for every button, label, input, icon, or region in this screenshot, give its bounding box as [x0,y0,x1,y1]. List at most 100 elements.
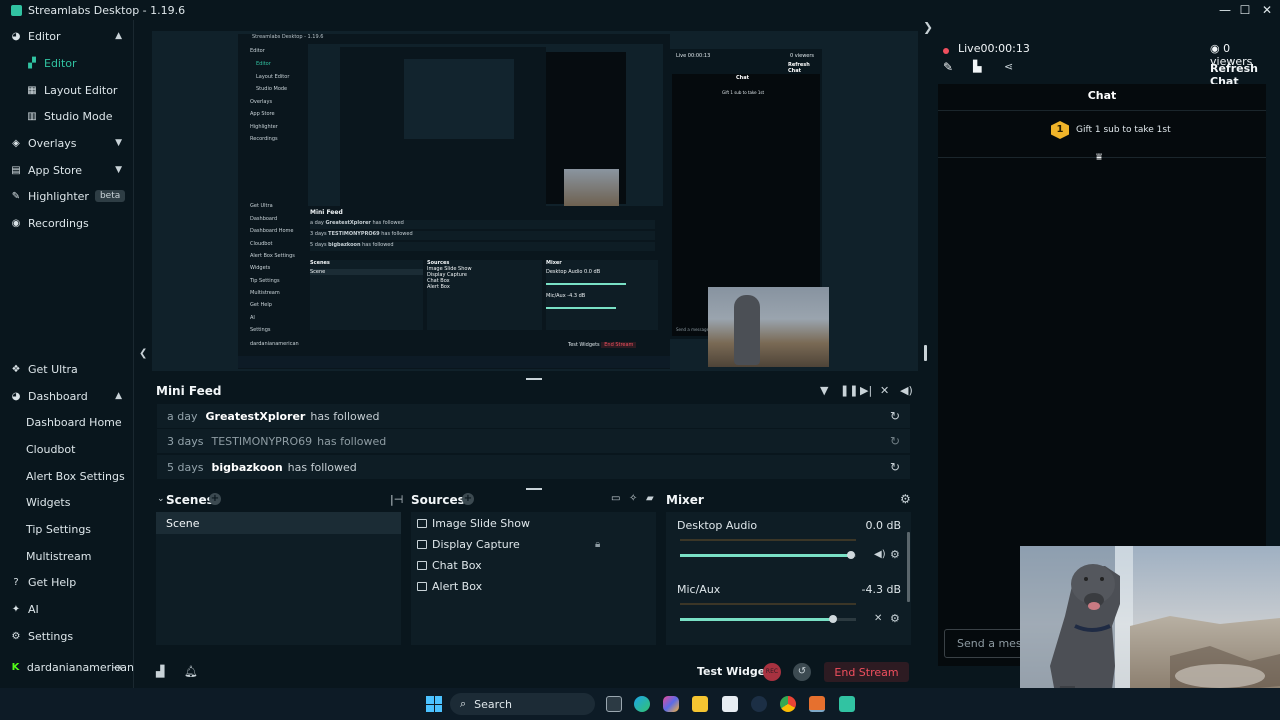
sidebar-item-dashboard-home[interactable]: Dashboard Home [0,409,134,435]
edit-icon[interactable]: ✎ [943,60,953,74]
sidebar-item-highlighter[interactable]: ✎ Highlighter beta [0,183,134,209]
sources-title: Sources [411,493,465,507]
source-effects-icon[interactable]: ✧ [629,493,637,504]
overlays-icon: ◈ [12,137,20,149]
gear-icon[interactable]: ⚙ [890,612,900,625]
folder-icon[interactable]: ▰ [646,493,654,504]
sidebar-item-overlays[interactable]: ◈ Overlays ▼ [0,130,134,156]
image-icon [417,518,427,528]
sidebar-item-ai[interactable]: ✦ AI [0,596,134,622]
replay-icon[interactable]: ↻ [890,409,900,423]
minimize-icon[interactable]: — [1214,0,1236,20]
sidebar-item-dashboard[interactable]: ◕ Dashboard ▲ [0,383,134,409]
taskbar-search[interactable]: ⌕ Search [450,693,595,715]
replay-icon[interactable]: ↻ [890,460,900,474]
desktop-volume-thumb[interactable] [846,551,855,559]
windows-start-icon[interactable] [426,696,442,712]
expand-pinned-icon[interactable]: ⩸ [1096,152,1102,163]
sidebar-item-get-help[interactable]: ? Get Help [0,569,134,595]
sidebar-item-alert-box-settings[interactable]: Alert Box Settings [0,463,134,489]
sidebar-item-tip-settings[interactable]: Tip Settings [0,516,134,542]
muted-speaker-icon[interactable]: ✕ [874,613,882,624]
desktop-audio-label: Desktop Audio [677,519,758,532]
source-item[interactable]: Image Slide Show [417,513,530,533]
replay-buffer-icon[interactable]: ↺ [793,663,811,681]
desktop-volume-slider[interactable] [680,554,856,557]
sidebar-item-get-ultra[interactable]: ❖ Get Ultra [0,356,134,382]
nested-sidebar: Editor Editor Layout Editor Studio Mode … [250,48,299,347]
replay-icon[interactable]: ↻ [890,434,900,448]
pause-icon[interactable]: ❚❚ [840,384,858,397]
lock-icon[interactable]: 🔒︎ [595,539,600,550]
dashboard-icon: ◕ [11,390,21,402]
source-item[interactable]: Alert Box [417,576,482,596]
close-icon[interactable]: ✕ [1256,0,1278,20]
alert-icon [417,581,427,591]
source-group-icon[interactable]: ▭ [611,493,620,504]
steam-icon[interactable] [751,696,767,712]
stats-icon[interactable]: ▟ [156,665,164,678]
gear-icon[interactable]: ⚙ [900,492,911,506]
speaker-icon[interactable]: ◀) [874,549,886,560]
popout-icon[interactable]: ▙ [973,60,981,73]
store-icon[interactable] [722,696,738,712]
add-scene-icon[interactable]: + [209,493,221,505]
stream-preview[interactable]: Streamlabs Desktop - 1.19.6 Editor Edito… [152,31,918,371]
resize-handle[interactable] [924,345,927,361]
notification-icon[interactable]: 🔔︎ [184,665,198,678]
record-button[interactable]: REC [763,663,781,681]
logout-icon[interactable]: ⇥ [113,661,122,674]
source-item[interactable]: Display Capture [417,534,520,554]
sidebar-item-settings[interactable]: ⚙ Settings [0,623,134,649]
gift-rank-badge: 1 [1051,121,1069,139]
chat-title: Chat [1087,89,1117,102]
sidebar-item-multistream[interactable]: Multistream [0,543,134,569]
feed-row: a day GreatestXplorer has followed ↻ [157,404,910,428]
sidebar-item-layout-editor[interactable]: ▦ Layout Editor [0,77,134,103]
mini-feed: Mini Feed ▼ ❚❚ ▶| ✕ ◀) a day GreatestXpl… [152,381,918,483]
eye-icon: ◉ [1210,42,1220,55]
mute-alerts-icon[interactable]: ✕ [880,384,889,397]
streamlabs-taskbar-icon[interactable] [839,696,855,712]
nested-scenes: Scenes Scene [310,260,423,330]
gear-icon[interactable]: ⚙ [890,548,900,561]
edge-icon[interactable] [634,696,650,712]
scene-transitions-icon[interactable]: |⊣ [390,493,403,506]
scene-item[interactable]: Scene [156,512,401,534]
add-source-icon[interactable]: + [462,493,474,505]
chrome-icon[interactable] [780,696,796,712]
sidebar-item-studio-mode[interactable]: ▥ Studio Mode [0,103,134,129]
mic-volume-thumb[interactable] [829,615,838,623]
end-stream-button[interactable]: End Stream [824,662,909,682]
sidebar-user[interactable]: K dardanianamerican ⇥ [0,654,134,680]
copilot-icon[interactable] [663,696,679,712]
task-view-icon[interactable] [606,696,622,712]
filter-icon[interactable]: ▼ [820,384,828,397]
audio-meter [680,539,856,541]
search-icon: ⌕ [460,697,467,710]
sidebar-item-recordings[interactable]: ◉ Recordings [0,210,134,236]
sidebar-item-cloudbot[interactable]: Cloudbot [0,436,134,462]
share-icon[interactable]: ⋖ [1004,60,1013,73]
resize-handle[interactable] [526,488,542,490]
sidebar-item-app-store[interactable]: ▤ App Store ▼ [0,157,134,183]
resize-handle[interactable] [526,378,542,380]
palette-icon: ◕ [11,30,21,42]
sidebar-item-editor[interactable]: ◕ Editor ▲ [0,23,134,49]
volume-icon[interactable]: ◀) [900,384,913,397]
scrollbar[interactable] [907,532,910,602]
sidebar-item-editor-sub[interactable]: ▞ Editor [0,50,134,76]
editor-icon: ▞ [28,57,36,69]
skip-icon[interactable]: ▶| [860,384,872,397]
nested-feed-row: 3 days TESTIMONYPRO69 has followed [310,231,655,240]
sources-list: Image Slide Show Display Capture 🔒︎ Chat… [411,512,656,645]
app-icon[interactable] [809,696,825,712]
collapse-chat-icon[interactable]: ❯ [923,20,933,34]
title-bar: Streamlabs Desktop - 1.19.6 [0,0,1280,20]
source-item[interactable]: Chat Box [417,555,482,575]
file-explorer-icon[interactable] [692,696,708,712]
collapse-sidebar-icon[interactable]: ❮ [139,348,147,359]
sidebar-item-widgets[interactable]: Widgets [0,489,134,515]
maximize-icon[interactable]: ☐ [1234,0,1256,20]
chevron-down-icon[interactable]: ⌄ [157,494,165,504]
